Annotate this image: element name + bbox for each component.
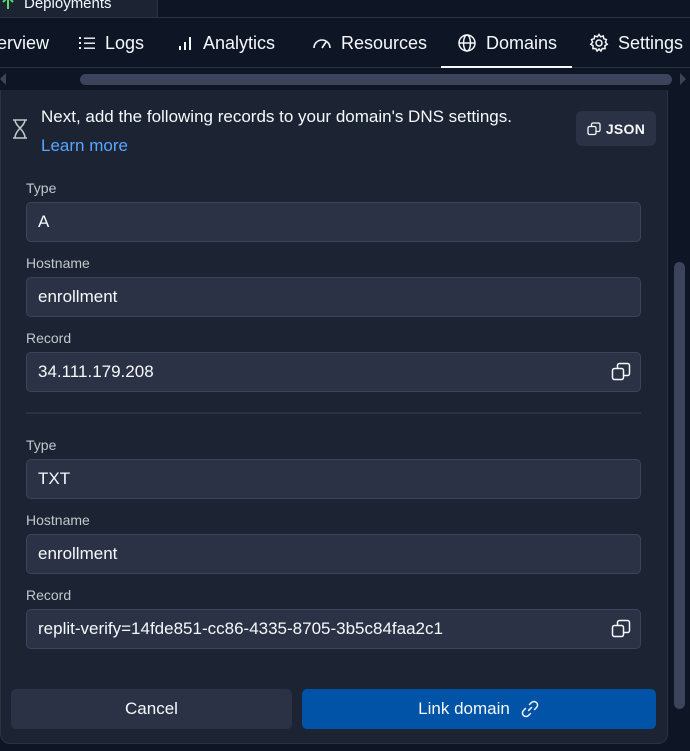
hostname-value: enrollment [38,544,118,563]
hostname-label: Hostname [26,512,90,528]
record-value-field[interactable]: replit-verify=14fde851-cc86-4335-8705-3b… [26,609,641,649]
hostname-field[interactable]: enrollment [26,534,641,574]
link-icon [521,700,539,718]
scroll-left-arrow-icon[interactable] [0,73,6,85]
deploy-arrow-icon [0,0,16,14]
vertical-scroll-thumb[interactable] [674,262,685,709]
tab-overview-label: erview [0,32,50,53]
tab-resources-label: Resources [341,32,428,53]
copy-icon [587,121,601,135]
hostname-field[interactable]: enrollment [26,277,641,317]
json-button-label: JSON [605,120,646,137]
horizontal-scroll-thumb[interactable] [80,74,672,85]
record-type-value: A [38,212,50,231]
record-type-value: TXT [38,469,71,488]
tab-domains-label: Domains [486,32,558,53]
tab-overview[interactable]: erview [0,18,49,68]
list-icon [79,37,95,49]
tab-resources[interactable]: Resources [312,18,427,68]
deployments-tab-label: Deployments [24,0,112,12]
record-label: Record [26,587,72,603]
tab-domains[interactable]: Domains [441,18,572,68]
gauge-icon [313,39,331,49]
bar-chart-icon [179,37,191,50]
deployments-tab[interactable]: Deployments [0,0,158,18]
deployment-nav-tabs: erview Logs Analytics Resources Domains … [0,18,690,68]
tab-settings[interactable]: Settings [589,18,683,68]
copy-icon[interactable] [611,362,631,382]
tab-logs[interactable]: Logs [78,18,144,68]
tab-analytics[interactable]: Analytics [178,18,275,68]
record-value-field[interactable]: 34.111.179.208 [26,352,641,392]
hostname-value: enrollment [38,287,118,306]
learn-more-link[interactable]: Learn more [41,136,128,155]
dns-records-panel: Next, add the following records to your … [0,90,668,744]
cancel-button-label: Cancel [125,699,178,718]
tab-analytics-label: Analytics [203,32,276,53]
record-type-field[interactable]: TXT [26,459,641,499]
record-value: replit-verify=14fde851-cc86-4335-8705-3b… [38,619,443,638]
record-label: Record [26,330,72,346]
type-label: Type [26,437,57,453]
hostname-label: Hostname [26,255,90,271]
dns-notice-message: Next, add the following records to your … [41,107,512,126]
link-domain-button[interactable]: Link domain [302,689,656,729]
top-tab-strip: Deployments [0,0,690,18]
cancel-button[interactable]: Cancel [11,689,292,729]
record-value: 34.111.179.208 [38,362,154,381]
tab-logs-label: Logs [105,32,145,53]
json-button[interactable]: JSON [576,111,656,146]
tab-settings-label: Settings [618,32,684,53]
hourglass-icon [13,119,27,139]
horizontal-scrollbar[interactable] [0,68,690,90]
scroll-right-arrow-icon[interactable] [680,73,686,85]
type-label: Type [26,180,57,196]
record-divider [26,412,641,414]
copy-icon[interactable] [611,619,631,639]
record-type-field[interactable]: A [26,202,641,242]
link-domain-button-label: Link domain [418,699,510,718]
gear-icon [589,33,609,53]
globe-icon [458,34,476,52]
